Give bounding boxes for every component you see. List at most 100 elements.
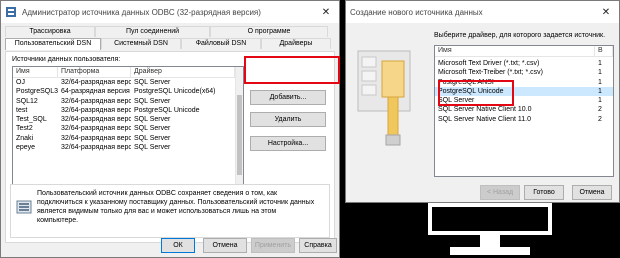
dsn-driver-cell: PostgreSQL Unicode(x64) (134, 88, 216, 96)
dsn-driver-cell: PostgreSQL Unicode (134, 106, 200, 114)
table-row[interactable]: epeye 32/64-разрядная версияSQL Server (13, 143, 243, 152)
table-row[interactable]: test 32/64-разрядная версияPostgreSQL Uni… (13, 106, 243, 115)
driver-rows: Microsoft Text Driver (*.txt; *.csv) 1 Mic… (435, 57, 613, 124)
dsn-driver-cell: SQL Server (134, 116, 171, 124)
info-box: Пользовательский источник данных ODBC со… (10, 184, 330, 238)
close-icon[interactable]: ✕ (593, 1, 619, 23)
odbc-titlebar: Администратор источника данных ODBC (32-… (1, 1, 339, 23)
tab-drivers[interactable]: Драйверы (261, 38, 331, 49)
list-item[interactable]: PostgreSQL ANSI 1 (435, 78, 613, 87)
user-dsn-list-caption: Источники данных пользователя: (12, 56, 121, 63)
table-row[interactable]: Test2 32/64-разрядная версияSQL Server (13, 124, 243, 133)
list-item[interactable]: Microsoft Text-Treiber (*.txt; *.csv) 1 (435, 68, 613, 77)
newsrc-titlebar: Создание нового источника данных ✕ (346, 1, 619, 23)
driver-name-cell: Microsoft Text Driver (*.txt; *.csv) (438, 60, 540, 67)
driver-name-cell: SQL Server Native Client 11.0 (438, 115, 531, 123)
finish-button[interactable]: Готово (524, 185, 564, 200)
driver-version-cell: 1 (598, 78, 602, 86)
database-icon (16, 200, 32, 214)
list-header: Имя Платформа Драйвер (13, 67, 243, 78)
user-dsn-panel: Источники данных пользователя: Имя Платф… (5, 51, 335, 243)
dsn-driver-cell: SQL Server (134, 134, 171, 142)
dsn-name-cell: OJ (16, 79, 25, 86)
dsn-driver-cell: SQL Server (134, 97, 171, 105)
close-icon[interactable]: ✕ (313, 1, 339, 23)
dsn-driver-cell: SQL Server (134, 144, 171, 152)
dsn-name-cell: Znaki (16, 134, 34, 142)
column-name[interactable]: Имя (13, 67, 58, 77)
driver-name-cell: SQL Server Native Client 10.0 (438, 106, 532, 114)
dsn-platform-cell: 32/64-разрядная версия (61, 79, 131, 86)
info-text: Пользовательский источник данных ODBC со… (37, 190, 315, 224)
driver-prompt: Выберите драйвер, для которого задается … (434, 32, 606, 39)
wizard-illustration-icon (357, 50, 411, 146)
table-row[interactable]: Znaki 32/64-разрядная версияSQL Server (13, 134, 243, 143)
cancel-button[interactable]: Отмена (203, 238, 247, 253)
ok-button[interactable]: ОК (161, 238, 195, 253)
newsrc-window-title: Создание нового источника данных (350, 7, 483, 17)
driver-name-cell: PostgreSQL ANSI (438, 78, 494, 86)
dsn-platform-cell: 32/64-разрядная версия (61, 97, 131, 105)
tab-row-bottom: Пользовательский DSN Системный DSN Файло… (5, 38, 331, 50)
driver-version-cell: 1 (598, 87, 602, 95)
dsn-name-cell: PostgreSQL35W (16, 88, 58, 96)
column-platform[interactable]: Платформа (58, 67, 131, 77)
apply-button[interactable]: Применить (251, 238, 295, 253)
dsn-name-cell: Test_SQL (16, 116, 47, 124)
monitor-stand-icon (428, 203, 552, 255)
tab-system-dsn[interactable]: Системный DSN (101, 38, 181, 49)
dsn-name-cell: Test2 (16, 125, 33, 133)
driver-list[interactable]: Имя В Microsoft Text Driver (*.txt; *.cs… (434, 45, 614, 177)
list-item[interactable]: SQL Server 1 (435, 96, 613, 105)
table-row[interactable]: OJ 32/64-разрядная версияSQL Server (13, 78, 243, 87)
list-item[interactable]: PostgreSQL Unicode 1 (435, 86, 613, 97)
odbc-body: Трассировка Пул соединений О программе П… (1, 23, 339, 257)
driver-name-cell: SQL Server (438, 97, 475, 105)
list-item[interactable]: SQL Server Native Client 11.0 2 (435, 115, 613, 124)
dsn-name-cell: test (16, 106, 28, 114)
tab-row-top: Трассировка Пул соединений О программе (5, 26, 328, 37)
tab-user-dsn[interactable]: Пользовательский DSN (5, 38, 101, 50)
scrollbar-thumb[interactable] (237, 95, 242, 175)
list-scrollbar[interactable] (235, 67, 243, 193)
dsn-platform-cell: 32/64-разрядная версия (61, 144, 131, 152)
column-driver[interactable]: Драйвер (131, 67, 235, 77)
list-item[interactable]: SQL Server Native Client 10.0 2 (435, 105, 613, 114)
driver-name-cell: Microsoft Text-Treiber (*.txt; *.csv) (438, 69, 544, 77)
help-button[interactable]: Справка (299, 238, 337, 253)
dsn-platform-cell: 32/64-разрядная версия (61, 134, 131, 142)
tab-tracing[interactable]: Трассировка (5, 26, 95, 37)
add-button[interactable]: Добавить... (250, 90, 326, 105)
tab-file-dsn[interactable]: Файловый DSN (181, 38, 261, 49)
column-driver-version[interactable]: В (595, 46, 613, 56)
newsrc-cancel-button[interactable]: Отмена (572, 185, 612, 200)
driver-list-header: Имя В (435, 46, 613, 57)
driver-version-cell: 2 (598, 115, 602, 123)
odbc-window-title: Администратор источника данных ODBC (32-… (22, 7, 261, 17)
dsn-name-cell: epeye (16, 144, 36, 152)
newsrc-body: Выберите драйвер, для которого задается … (346, 23, 619, 202)
dsn-platform-cell: 32/64-разрядная версия (61, 106, 131, 114)
dsn-driver-cell: SQL Server (134, 125, 171, 133)
column-driver-name[interactable]: Имя (435, 46, 595, 56)
table-row[interactable]: PostgreSQL35W64-разрядная версия PostgreS… (13, 87, 243, 96)
table-row[interactable]: SQL12 32/64-разрядная версияSQL Server (13, 97, 243, 106)
odbc-app-icon (6, 7, 16, 17)
tab-about[interactable]: О программе (210, 26, 328, 37)
configure-button[interactable]: Настройка... (250, 136, 326, 151)
list-item[interactable]: Microsoft Text Driver (*.txt; *.csv) 1 (435, 59, 613, 68)
remove-button[interactable]: Удалить (250, 112, 326, 127)
tab-connection-pooling[interactable]: Пул соединений (95, 26, 210, 37)
dsn-driver-cell: SQL Server (134, 79, 171, 86)
dsn-platform-cell: 64-разрядная версия (61, 88, 130, 96)
create-data-source-window: Создание нового источника данных ✕ Выбер… (345, 0, 620, 203)
dsn-platform-cell: 32/64-разрядная версия (61, 116, 131, 124)
dsn-rows: OJ32/64-разрядная версияSQL ServerPostgr… (13, 78, 243, 152)
table-row[interactable]: Test_SQL 32/64-разрядная версияSQL Server (13, 115, 243, 124)
driver-name-cell: PostgreSQL Unicode (438, 87, 504, 95)
driver-version-cell: 2 (598, 106, 602, 114)
back-button[interactable]: < Назад (480, 185, 520, 200)
driver-version-cell: 1 (598, 60, 602, 67)
user-dsn-list[interactable]: Имя Платформа Драйвер OJ 32/64-разрядная … (12, 66, 244, 194)
driver-version-cell: 1 (598, 69, 602, 77)
